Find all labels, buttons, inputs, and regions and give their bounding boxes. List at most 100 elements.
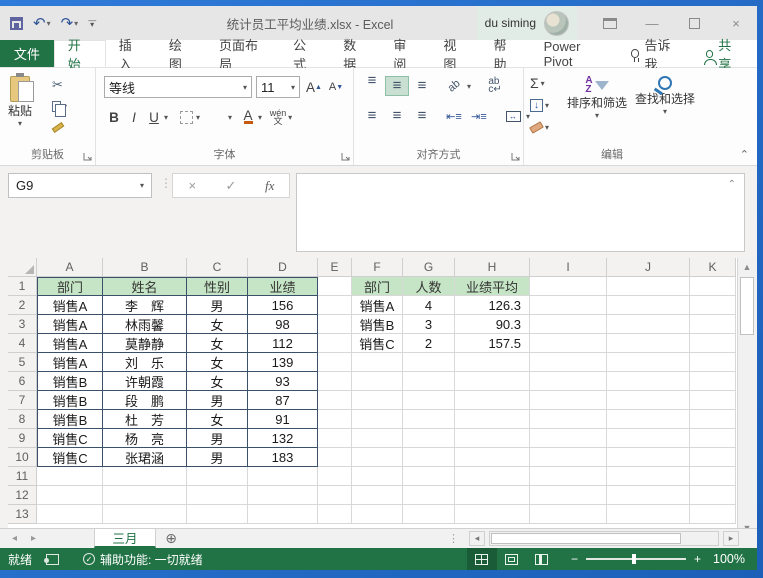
- row-header-2[interactable]: 2: [8, 296, 37, 315]
- row-header-3[interactable]: 3: [8, 315, 37, 334]
- cell-E4[interactable]: [318, 334, 352, 353]
- bold-button[interactable]: B: [104, 106, 124, 128]
- cell-B4[interactable]: 莫静静: [103, 334, 187, 353]
- scroll-left-icon[interactable]: ◂: [469, 531, 485, 546]
- cell-K3[interactable]: [690, 315, 736, 334]
- cell-D8[interactable]: 91: [248, 410, 318, 429]
- ribbon-tab-审阅[interactable]: 审阅: [380, 40, 430, 67]
- cell-K10[interactable]: [690, 448, 736, 467]
- cell-E1[interactable]: [318, 277, 352, 296]
- cell-I2[interactable]: [530, 296, 607, 315]
- cell-D2[interactable]: 156: [248, 296, 318, 315]
- cell-G1[interactable]: 人数: [403, 277, 455, 296]
- cell-I7[interactable]: [530, 391, 607, 410]
- cell-D4[interactable]: 112: [248, 334, 318, 353]
- cell-C10[interactable]: 男: [187, 448, 248, 467]
- cell-C1[interactable]: 性别: [187, 277, 248, 296]
- next-sheet-icon[interactable]: ▸: [31, 533, 36, 544]
- tell-me-button[interactable]: 告诉我: [621, 40, 692, 67]
- cell-D3[interactable]: 98: [248, 315, 318, 334]
- cell-D6[interactable]: 93: [248, 372, 318, 391]
- cell-A13[interactable]: [37, 505, 103, 524]
- row-header-1[interactable]: 1: [8, 277, 37, 296]
- cell-K8[interactable]: [690, 410, 736, 429]
- zoom-slider-thumb[interactable]: [632, 554, 636, 564]
- cell-B7[interactable]: 段 鹏: [103, 391, 187, 410]
- ribbon-display-options-icon[interactable]: [589, 6, 631, 40]
- cell-C13[interactable]: [187, 505, 248, 524]
- cell-I9[interactable]: [530, 429, 607, 448]
- cell-A4[interactable]: 销售A: [37, 334, 103, 353]
- ribbon-tab-公式[interactable]: 公式: [280, 40, 330, 67]
- cell-C8[interactable]: 女: [187, 410, 248, 429]
- cell-K9[interactable]: [690, 429, 736, 448]
- account-chip[interactable]: du siming: [477, 6, 577, 40]
- undo-icon[interactable]: ↶▾: [33, 14, 51, 32]
- align-bottom-icon[interactable]: ≡: [410, 76, 434, 96]
- cell-D9[interactable]: 132: [248, 429, 318, 448]
- page-break-view-button[interactable]: [527, 548, 557, 570]
- cell-C2[interactable]: 男: [187, 296, 248, 315]
- page-layout-view-button[interactable]: [497, 548, 527, 570]
- vertical-scroll-thumb[interactable]: [740, 277, 754, 335]
- cell-H1[interactable]: 业绩平均: [455, 277, 530, 296]
- cell-H2[interactable]: 126.3: [455, 296, 530, 315]
- cell-I3[interactable]: [530, 315, 607, 334]
- cell-A12[interactable]: [37, 486, 103, 505]
- cell-I11[interactable]: [530, 467, 607, 486]
- row-header-9[interactable]: 9: [8, 429, 37, 448]
- column-header-G[interactable]: G: [403, 258, 455, 277]
- find-select-button[interactable]: 查找和选择 ▾: [632, 76, 698, 116]
- cell-G8[interactable]: [403, 410, 455, 429]
- cell-B13[interactable]: [103, 505, 187, 524]
- paste-button[interactable]: 粘贴 ▾: [8, 76, 32, 128]
- cell-G10[interactable]: [403, 448, 455, 467]
- align-left-icon[interactable]: ≡: [360, 106, 384, 126]
- cell-J3[interactable]: [607, 315, 690, 334]
- prev-sheet-icon[interactable]: ◂: [12, 533, 17, 544]
- cell-J13[interactable]: [607, 505, 690, 524]
- cell-F7[interactable]: [352, 391, 403, 410]
- file-tab[interactable]: 文件: [0, 40, 54, 67]
- cell-A6[interactable]: 销售B: [37, 372, 103, 391]
- cell-B12[interactable]: [103, 486, 187, 505]
- cell-H3[interactable]: 90.3: [455, 315, 530, 334]
- cell-C7[interactable]: 男: [187, 391, 248, 410]
- cell-F9[interactable]: [352, 429, 403, 448]
- cell-D11[interactable]: [248, 467, 318, 486]
- cell-C5[interactable]: 女: [187, 353, 248, 372]
- cell-H6[interactable]: [455, 372, 530, 391]
- copy-button[interactable]: ▾: [52, 97, 67, 115]
- cell-K6[interactable]: [690, 372, 736, 391]
- cell-J7[interactable]: [607, 391, 690, 410]
- cell-A5[interactable]: 销售A: [37, 353, 103, 372]
- cell-F2[interactable]: 销售A: [352, 296, 403, 315]
- cell-E3[interactable]: [318, 315, 352, 334]
- zoom-in-icon[interactable]: +: [694, 552, 701, 566]
- splitter-handle[interactable]: ⋮: [448, 532, 459, 545]
- horizontal-scrollbar[interactable]: ⋮ ◂ ▸: [448, 529, 757, 548]
- cut-button[interactable]: ✂: [52, 76, 67, 94]
- underline-button[interactable]: U: [144, 106, 164, 128]
- cell-B8[interactable]: 杜 芳: [103, 410, 187, 429]
- scroll-right-icon[interactable]: ▸: [723, 531, 739, 546]
- cell-G9[interactable]: [403, 429, 455, 448]
- cell-K13[interactable]: [690, 505, 736, 524]
- share-button[interactable]: 共享: [692, 40, 757, 67]
- cell-K1[interactable]: [690, 277, 736, 296]
- cell-K12[interactable]: [690, 486, 736, 505]
- cell-F12[interactable]: [352, 486, 403, 505]
- cell-C6[interactable]: 女: [187, 372, 248, 391]
- cell-F3[interactable]: 销售B: [352, 315, 403, 334]
- cell-A7[interactable]: 销售B: [37, 391, 103, 410]
- increase-indent-icon[interactable]: ⇥≡: [467, 106, 491, 126]
- cell-G7[interactable]: [403, 391, 455, 410]
- cell-E11[interactable]: [318, 467, 352, 486]
- phonetic-caret[interactable]: ▾: [288, 113, 292, 122]
- row-header-10[interactable]: 10: [8, 448, 37, 467]
- clear-button[interactable]: ▾: [530, 118, 549, 136]
- cell-C4[interactable]: 女: [187, 334, 248, 353]
- cell-H7[interactable]: [455, 391, 530, 410]
- column-header-I[interactable]: I: [530, 258, 607, 277]
- cell-I8[interactable]: [530, 410, 607, 429]
